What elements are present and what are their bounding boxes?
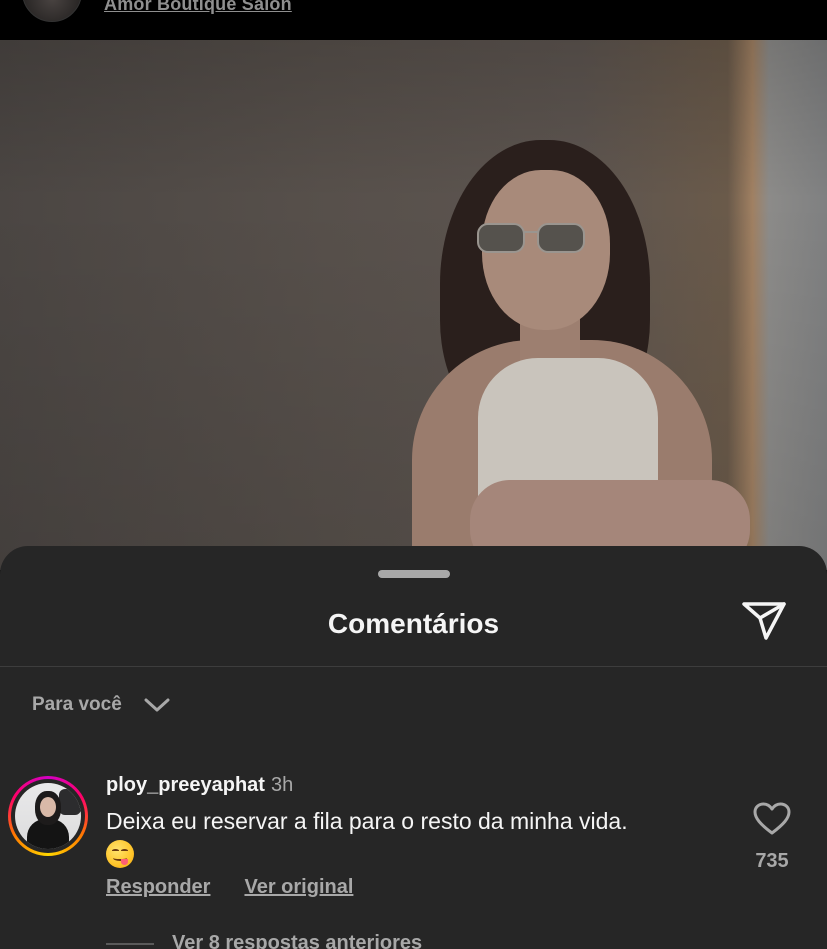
sheet-divider — [0, 666, 827, 667]
account-name-link[interactable]: Amor Boutique Salon — [104, 0, 292, 15]
comment-header: ploy_preeyaphat 3h — [106, 774, 293, 797]
like-count: 735 — [755, 850, 789, 872]
chevron-down-icon — [144, 698, 170, 712]
comment-timestamp: 3h — [270, 774, 294, 796]
sort-filter-dropdown[interactable]: Para você — [32, 694, 170, 716]
reply-button[interactable]: Responder — [106, 876, 210, 899]
comment-actions: Responder Ver original — [106, 876, 353, 899]
drag-handle[interactable] — [378, 570, 450, 578]
send-icon[interactable] — [740, 598, 788, 642]
account-avatar[interactable] — [22, 0, 82, 22]
comment-text: Deixa eu reservar a fila para o resto da… — [106, 806, 726, 868]
commenter-avatar-image — [15, 783, 81, 849]
view-replies-label: Ver 8 respostas anteriores — [172, 932, 423, 949]
sheet-title: Comentários — [327, 608, 500, 639]
comment-body: Deixa eu reservar a fila para o resto da… — [106, 808, 628, 834]
sunglasses-shape — [477, 223, 585, 253]
view-replies-button[interactable]: Ver 8 respostas anteriores — [106, 932, 422, 949]
replies-divider-line — [106, 942, 154, 945]
sort-filter-label: Para você — [32, 694, 122, 715]
commenter-avatar[interactable] — [8, 776, 88, 856]
yum-emoji-icon — [106, 839, 134, 868]
heart-icon[interactable] — [752, 802, 792, 836]
post-header: Amor Boutique Salon — [0, 0, 827, 40]
see-original-button[interactable]: Ver original — [244, 876, 353, 899]
comment-item: ploy_preeyaphat 3h Deixa eu reservar a fi… — [0, 774, 827, 949]
commenter-username[interactable]: ploy_preeyaphat — [106, 774, 265, 796]
comments-sheet: Comentários Para você ploy_preeyaphat 3h … — [0, 546, 827, 949]
post-photo — [0, 40, 827, 570]
